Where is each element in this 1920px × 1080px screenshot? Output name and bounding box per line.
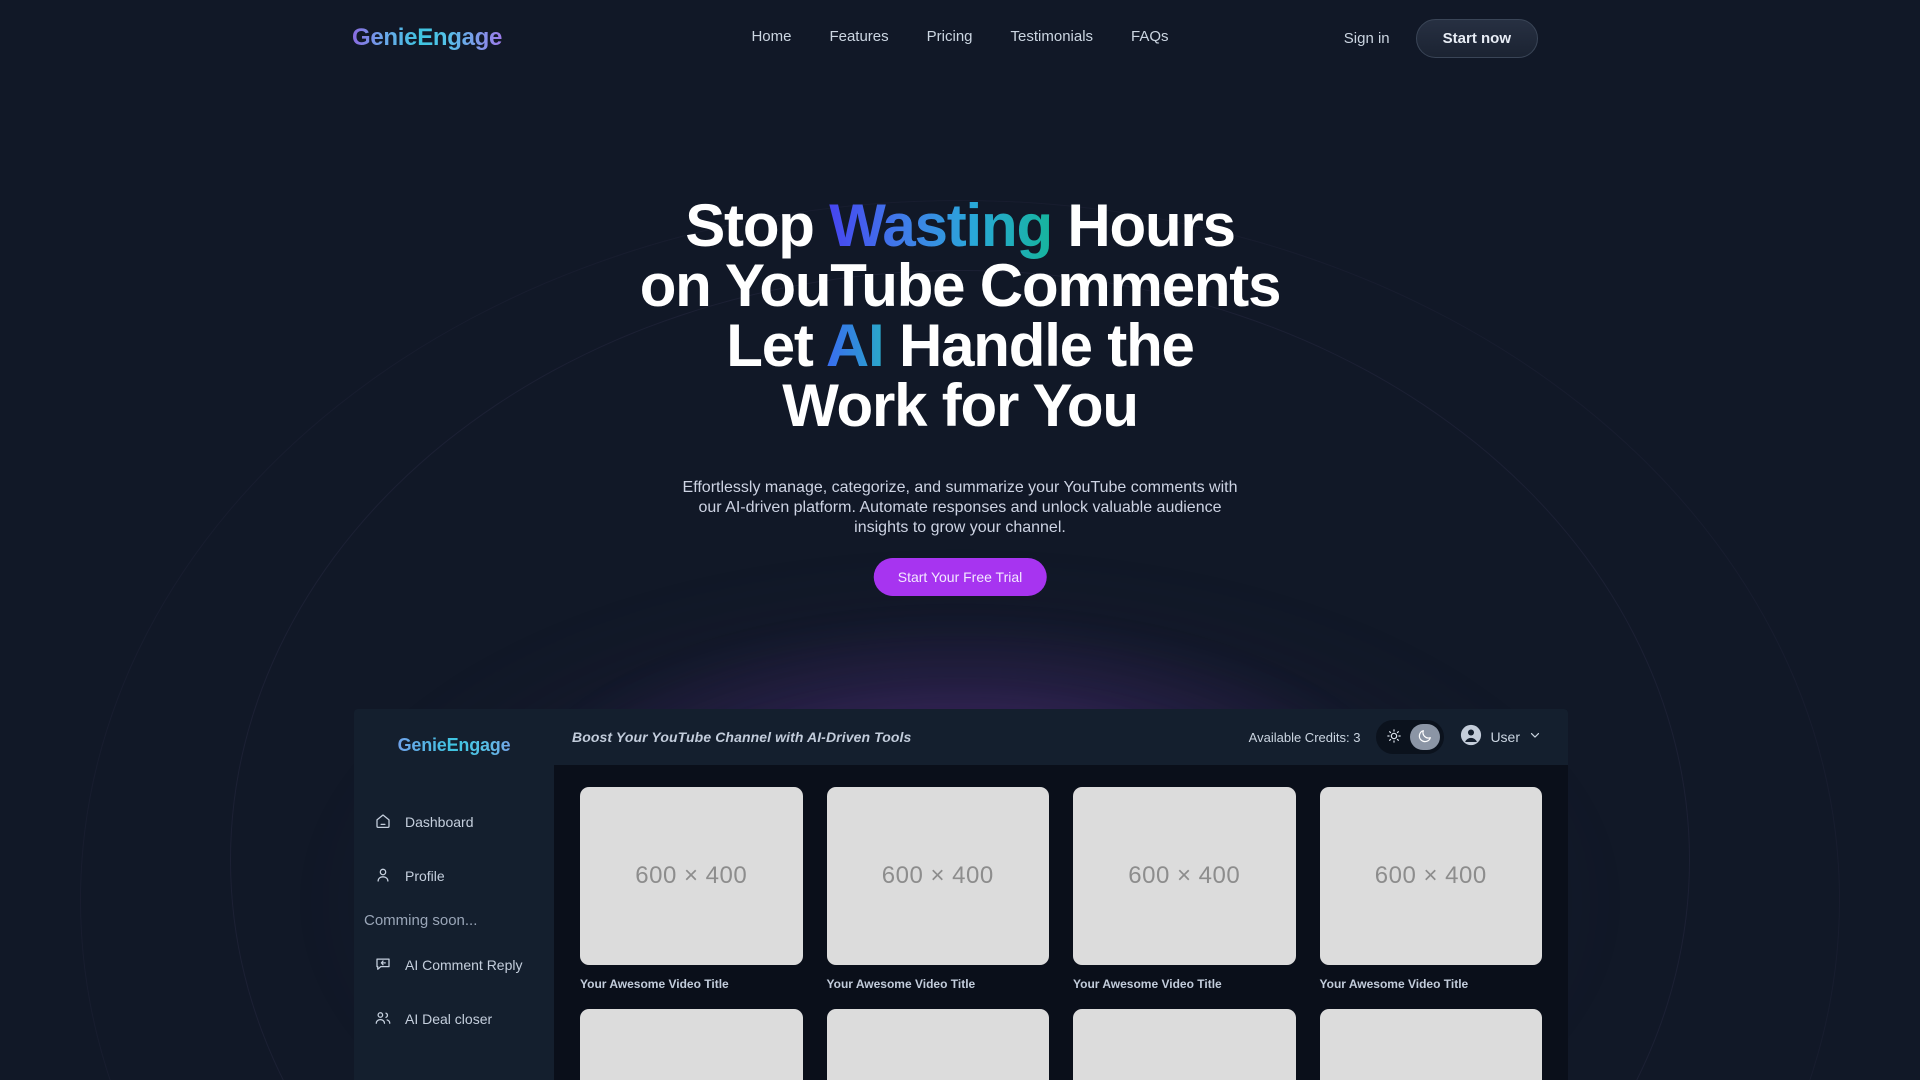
video-card[interactable]: 600 × 400 Your Awesome Video Title (1319, 787, 1542, 991)
dashboard-brand-logo[interactable]: GenieEngage (354, 735, 554, 756)
video-thumbnail-placeholder: 600 × 400 (826, 1009, 1049, 1080)
dashboard-topbar-actions: Available Credits: 3 User (1249, 720, 1542, 754)
video-title: Your Awesome Video Title (826, 977, 976, 991)
dashboard-headline: Boost Your YouTube Channel with AI-Drive… (572, 729, 912, 745)
nav-links: Home Features Pricing Testimonials FAQs (751, 28, 1168, 45)
hero-title-highlight-ai: AI (825, 312, 885, 379)
dashboard-main: Boost Your YouTube Channel with AI-Drive… (554, 709, 1568, 1080)
video-thumbnail-placeholder: 600 × 400 (1073, 787, 1296, 965)
start-now-button[interactable]: Start now (1415, 19, 1538, 58)
sidebar-item-ai-deal-closer[interactable]: AI Deal closer (354, 999, 554, 1039)
video-thumbnail-placeholder: 600 × 400 (580, 787, 803, 965)
theme-dark-button[interactable] (1410, 724, 1441, 750)
video-thumbnail-placeholder: 600 × 400 (1073, 1009, 1296, 1080)
available-credits-label: Available Credits: 3 (1248, 729, 1361, 745)
nav-link-pricing[interactable]: Pricing (927, 28, 973, 45)
sign-in-link[interactable]: Sign in (1344, 30, 1390, 47)
nav-link-home[interactable]: Home (751, 28, 791, 45)
page-title: Stop Wasting Hours on YouTube Comments L… (410, 196, 1510, 436)
hero-title-highlight-wasting: Wasting (829, 192, 1053, 259)
user-icon (374, 866, 392, 887)
sidebar-item-profile[interactable]: Profile (354, 856, 554, 896)
hero-cta-wrapper: Start Your Free Trial (873, 558, 1047, 596)
hero-title-part3: Let (726, 312, 826, 379)
video-card[interactable]: 600 × 400 Your Awesome Video Title (826, 787, 1049, 991)
hero-subtitle: Effortlessly manage, categorize, and sum… (682, 479, 1238, 536)
users-icon (374, 1009, 392, 1030)
sidebar-item-label: AI Deal closer (405, 1011, 493, 1027)
sidebar-item-label: Dashboard (405, 814, 474, 830)
moon-icon (1417, 728, 1433, 747)
video-title: Your Awesome Video Title (1073, 977, 1222, 991)
coming-soon-label: Comming soon... (364, 912, 478, 929)
video-cards-area: 600 × 400 Your Awesome Video Title 600 ×… (554, 765, 1568, 1080)
hero-title-line4: Work for You (782, 372, 1139, 439)
chevron-down-icon (1528, 728, 1542, 747)
video-title: Your Awesome Video Title (580, 977, 729, 991)
hero-title-line2: on YouTube Comments (639, 252, 1282, 319)
video-thumbnail-placeholder: 600 × 400 (580, 1009, 803, 1080)
video-card[interactable]: 600 × 400 Your Awesome Video Title (1073, 1009, 1296, 1080)
video-card[interactable]: 600 × 400 Your Awesome Video Title (580, 787, 803, 991)
avatar (1460, 724, 1482, 751)
user-name-label: User (1490, 729, 1520, 745)
video-title: Your Awesome Video Title (1319, 977, 1469, 991)
video-card[interactable]: 600 × 400 Your Awesome Video Title (1319, 1009, 1542, 1080)
dashboard-sidebar: GenieEngage Dashboard Profile Comming so… (354, 709, 554, 1080)
video-card[interactable]: 600 × 400 Your Awesome Video Title (580, 1009, 803, 1080)
nav-link-faqs[interactable]: FAQs (1131, 28, 1169, 45)
video-cards-row-1: 600 × 400 Your Awesome Video Title 600 ×… (580, 787, 1542, 991)
video-thumbnail-placeholder: 600 × 400 (1319, 1009, 1542, 1080)
start-free-trial-button[interactable]: Start Your Free Trial (873, 558, 1047, 596)
video-card[interactable]: 600 × 400 Your Awesome Video Title (1073, 787, 1296, 991)
brand-logo[interactable]: GenieEngage (352, 24, 502, 52)
sidebar-item-dashboard[interactable]: Dashboard (354, 802, 554, 842)
theme-light-button[interactable] (1380, 724, 1408, 750)
nav-right-actions: Sign in Start now (1344, 19, 1538, 58)
comment-reply-icon (374, 955, 392, 976)
sun-icon (1386, 728, 1402, 747)
dashboard-icon (374, 812, 392, 833)
sidebar-item-label: AI Comment Reply (405, 957, 523, 973)
hero-title-part4: Handle the (883, 312, 1195, 379)
nav-link-testimonials[interactable]: Testimonials (1011, 28, 1094, 45)
video-thumbnail-placeholder: 600 × 400 (826, 787, 1049, 965)
video-cards-row-2: 600 × 400 Your Awesome Video Title 600 ×… (580, 1009, 1542, 1080)
theme-toggle[interactable] (1376, 720, 1445, 754)
hero-title-part2: Hours (1051, 192, 1236, 259)
sidebar-item-label: Profile (405, 868, 445, 884)
user-menu[interactable]: User (1460, 724, 1542, 751)
hero-title-part1: Stop (685, 192, 830, 259)
video-thumbnail-placeholder: 600 × 400 (1319, 787, 1542, 965)
dashboard-topbar: Boost Your YouTube Channel with AI-Drive… (554, 709, 1568, 765)
dashboard-preview: GenieEngage Dashboard Profile Comming so… (354, 709, 1568, 1080)
sidebar-item-ai-comment-reply[interactable]: AI Comment Reply (354, 945, 554, 985)
page-root: GenieEngage Home Features Pricing Testim… (0, 0, 1920, 1080)
top-navbar: GenieEngage Home Features Pricing Testim… (0, 0, 1920, 80)
video-card[interactable]: 600 × 400 Your Awesome Video Title (826, 1009, 1049, 1080)
nav-link-features[interactable]: Features (829, 28, 888, 45)
